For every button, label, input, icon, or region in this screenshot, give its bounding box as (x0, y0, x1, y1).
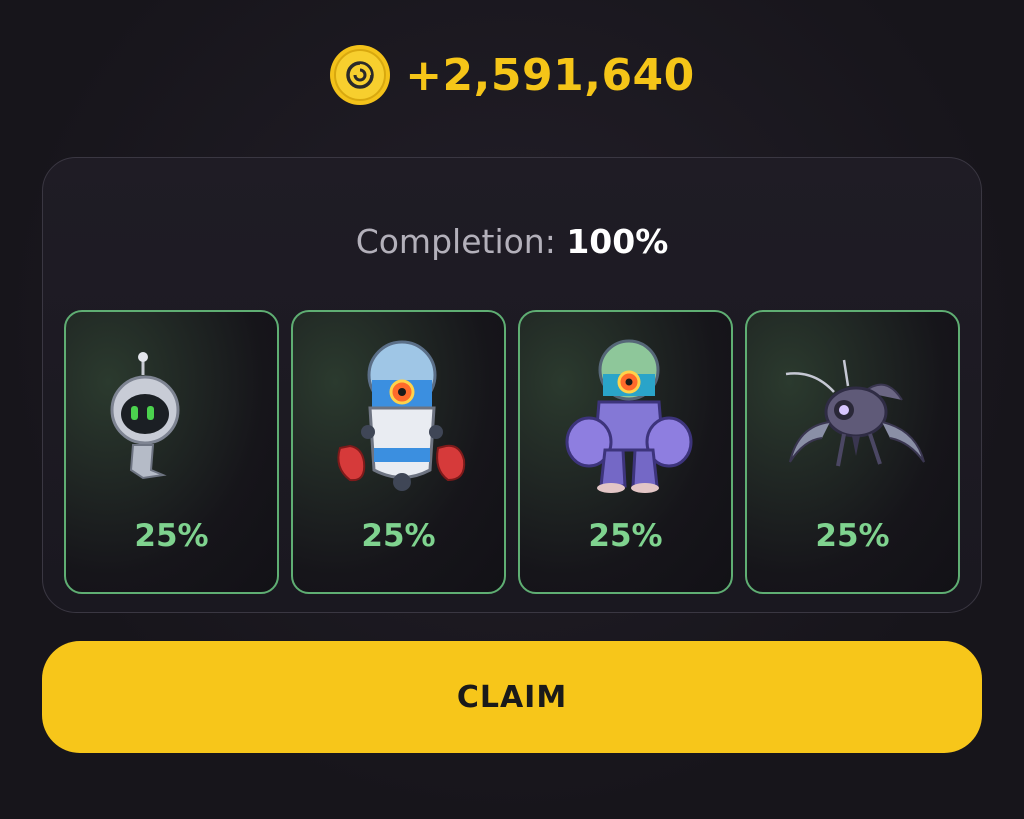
completion-status: Completion: 100% (0, 222, 1024, 261)
reward-header: +2,591,640 (0, 44, 1024, 106)
spider-robot-icon (785, 359, 925, 467)
mech-robot-icon (565, 339, 693, 493)
robot-card[interactable]: 25% (291, 310, 506, 594)
reward-screen: +2,591,640 Completion: 100% 25% 25% 25% … (0, 0, 1024, 819)
completion-label: Completion: (355, 222, 556, 261)
coin-icon (330, 45, 391, 105)
card-percent: 25% (361, 518, 436, 554)
card-percent: 25% (588, 518, 663, 554)
boxer-robot-icon (337, 340, 466, 491)
card-percent: 25% (815, 518, 890, 554)
robot-card-list: 25% 25% 25% 25% (64, 310, 960, 594)
card-percent: 25% (134, 518, 209, 554)
claim-button[interactable]: CLAIM (42, 641, 982, 753)
small-robot-icon (110, 352, 180, 480)
robot-card[interactable]: 25% (745, 310, 960, 594)
completion-value: 100% (566, 222, 669, 261)
robot-card[interactable]: 25% (518, 310, 733, 594)
robot-card[interactable]: 25% (64, 310, 279, 594)
reward-amount: +2,591,640 (405, 49, 695, 101)
